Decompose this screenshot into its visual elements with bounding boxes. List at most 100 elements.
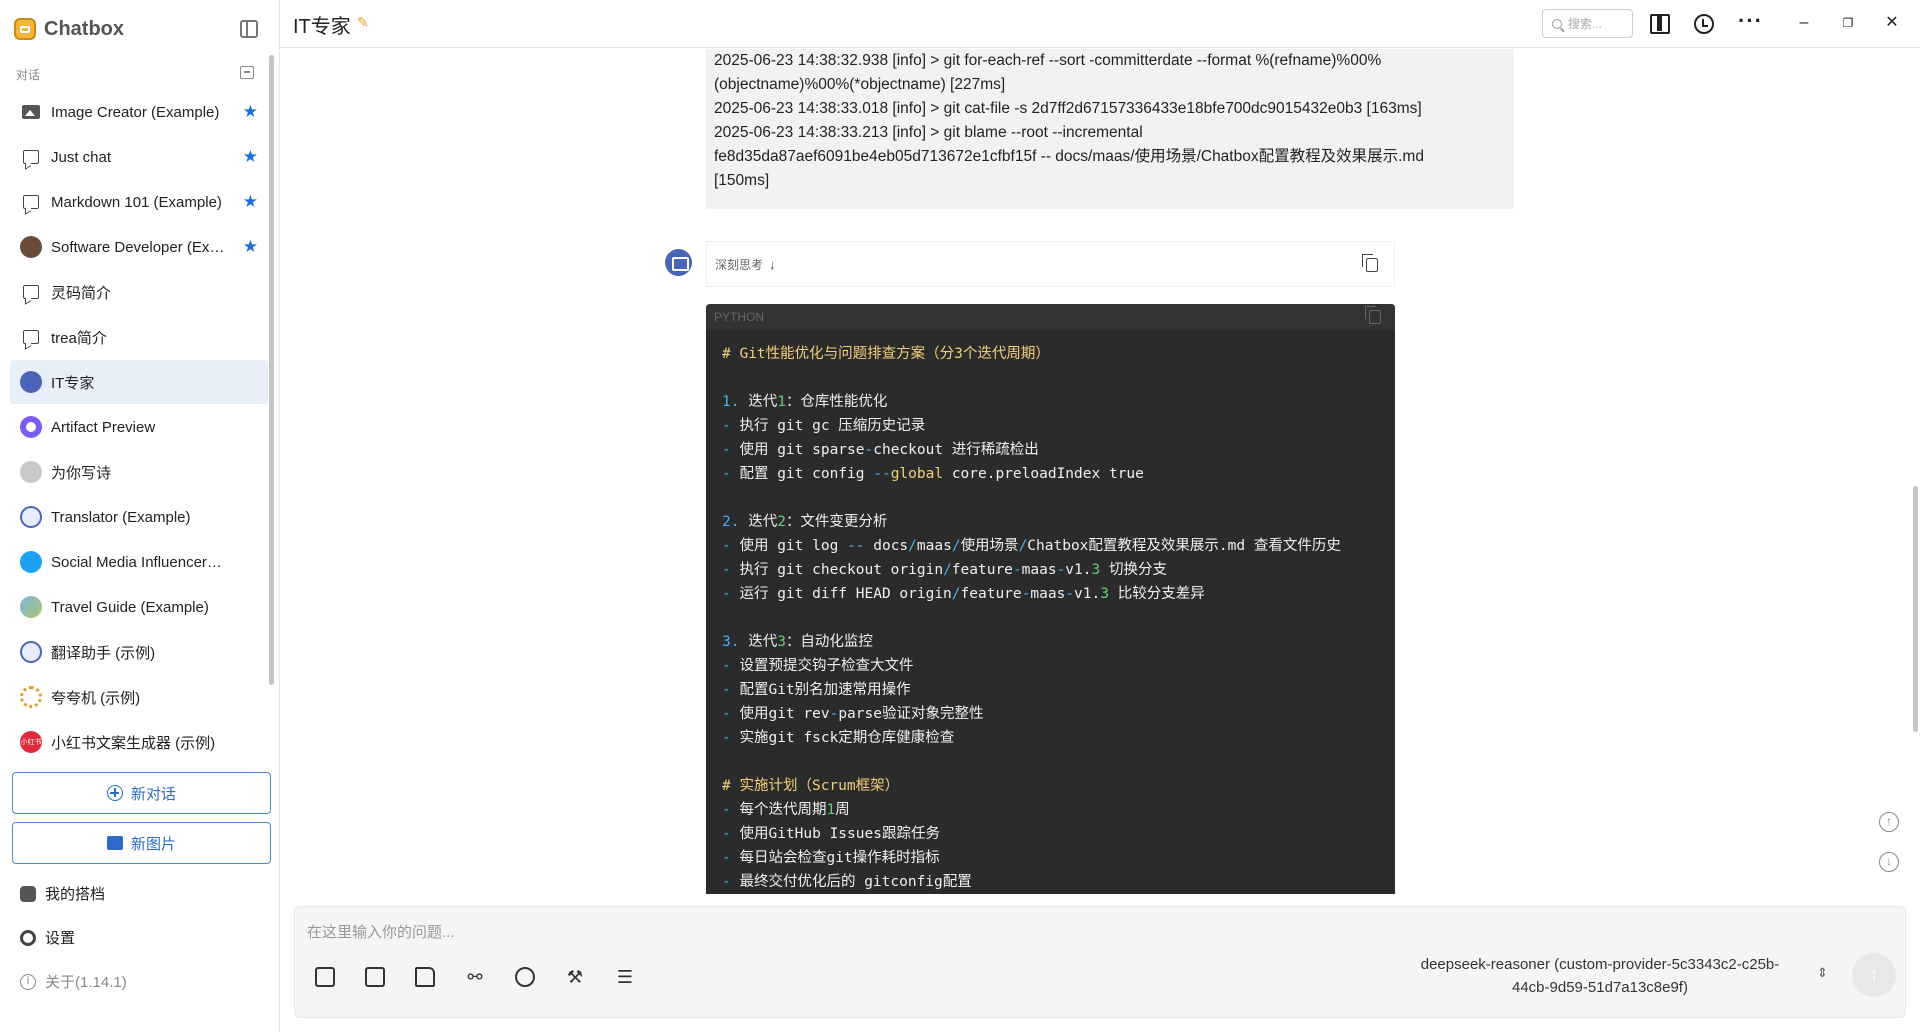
conversation-item[interactable]: Image Creator (Example) ★: [10, 90, 268, 134]
conversation-label: Artifact Preview: [51, 418, 156, 436]
sidebar-collapse-icon[interactable]: [240, 20, 258, 38]
conversation-item[interactable]: 小红书 小红书文案生成器 (示例): [10, 720, 268, 756]
new-chat-label: 新对话: [130, 785, 176, 803]
translator-avatar: [20, 506, 42, 528]
search-icon: [1552, 18, 1562, 29]
person-avatar: [20, 461, 42, 483]
conversation-item[interactable]: Software Developer (Example) ★: [10, 225, 268, 269]
folder-icon[interactable]: [415, 967, 435, 987]
conversation-item[interactable]: Travel Guide (Example): [10, 585, 268, 629]
header: IT专家 ✎ 搜索... ··· – ❐ ✕: [281, 0, 1920, 48]
layout-toggle-icon[interactable]: [1650, 14, 1670, 34]
conversation-list: Image Creator (Example) ★ Just chat ★ Ma…: [10, 90, 268, 756]
star-icon[interactable]: ★: [243, 147, 258, 167]
code-copy-icon[interactable]: [1365, 306, 1381, 324]
settings-item[interactable]: 设置: [20, 927, 75, 948]
my-partners-item[interactable]: 我的搭档: [20, 883, 105, 904]
arrow-down-icon: ↓: [769, 256, 776, 272]
link-icon[interactable]: ⚯: [465, 967, 485, 987]
chat-bubble-icon: [23, 195, 39, 209]
archive-icon[interactable]: [240, 66, 254, 79]
conversation-label: 翻译助手 (示例): [51, 644, 156, 662]
log-line: (objectname)%00%(*objectname) [227ms]: [714, 76, 1006, 93]
conversation-item[interactable]: trea简介: [10, 315, 268, 359]
history-icon[interactable]: [1694, 14, 1714, 34]
artifact-avatar: [20, 416, 42, 438]
code-block: PYTHON # Git性能优化与问题排查方案（分3个迭代周期） 1. 迭代1：…: [706, 304, 1395, 894]
copy-icon[interactable]: [1362, 254, 1378, 272]
thinking-toggle[interactable]: 深刻思考 ↓: [706, 241, 1395, 287]
conversation-label: Image Creator (Example): [51, 103, 220, 121]
conversation-label: 灵码简介: [51, 284, 112, 302]
star-icon[interactable]: ★: [243, 192, 258, 212]
chat-bubble-icon: [23, 285, 39, 299]
scroll-down-icon[interactable]: ↓: [1879, 852, 1899, 872]
new-image-label: 新图片: [130, 835, 176, 853]
input-placeholder: 在这里输入你的问题...: [307, 924, 455, 941]
conversation-label: 为你写诗: [51, 464, 112, 482]
conversation-label: Social Media Influencer (Example): [51, 553, 226, 571]
settings-sliders-icon[interactable]: ☰: [615, 967, 635, 987]
star-icon[interactable]: ★: [243, 102, 258, 122]
twitter-avatar: [20, 551, 42, 573]
conversation-label: Translator (Example): [51, 508, 191, 526]
sidebar-scrollbar[interactable]: [269, 55, 274, 685]
minimize-icon[interactable]: –: [1793, 12, 1815, 34]
chatbox-logo-icon: [14, 18, 36, 40]
info-icon: i: [20, 973, 36, 990]
log-line: fe8d35da87aef6091be4eb05d713672e1cfbf15f…: [714, 148, 1424, 165]
conversation-item[interactable]: Just chat ★: [10, 135, 268, 179]
conversation-label: Markdown 101 (Example): [51, 193, 222, 211]
chat-scrollbar[interactable]: [1913, 486, 1918, 732]
file-icon[interactable]: [315, 967, 335, 987]
log-line: 2025-06-23 14:38:32.938 [info] > git for…: [714, 52, 1382, 69]
code-header: PYTHON: [706, 304, 1395, 330]
model-line-1: deepseek-reasoner (custom-provider-5c334…: [1420, 956, 1780, 973]
chevron-updown-icon[interactable]: ⇕: [1817, 965, 1828, 981]
app-name: Chatbox: [44, 17, 124, 40]
message-input[interactable]: 在这里输入你的问题... ⚯ ⚒ ☰ deepseek-reasoner (cu…: [294, 906, 1906, 1018]
assistant-avatar: [665, 249, 692, 276]
conversation-label: IT专家: [51, 374, 95, 392]
conversation-item-active[interactable]: IT专家: [10, 360, 268, 404]
conversation-item[interactable]: Artifact Preview: [10, 405, 268, 449]
xiaohongshu-avatar: 小红书: [20, 731, 42, 753]
tools-icon[interactable]: ⚒: [565, 967, 585, 987]
star-icon[interactable]: ★: [243, 237, 258, 257]
conversation-item[interactable]: Markdown 101 (Example) ★: [10, 180, 268, 224]
conversation-label: 小红书文案生成器 (示例): [51, 734, 216, 752]
globe-icon[interactable]: [515, 967, 535, 987]
globe-avatar: [20, 596, 42, 618]
conversation-item[interactable]: 翻译助手 (示例): [10, 630, 268, 674]
send-button[interactable]: ↑: [1852, 953, 1896, 997]
scroll-up-icon[interactable]: ↑: [1879, 812, 1899, 832]
new-image-button[interactable]: 新图片: [12, 822, 271, 864]
close-icon[interactable]: ✕: [1881, 12, 1903, 34]
conversation-item[interactable]: 为你写诗: [10, 450, 268, 494]
model-line-2: 44cb-9d59-51d7a13c8e9f): [1512, 979, 1688, 996]
image-upload-icon[interactable]: [365, 967, 385, 987]
conversation-item[interactable]: 夸夸机 (示例): [10, 675, 268, 719]
conversation-item[interactable]: 灵码简介: [10, 270, 268, 314]
code-content: # Git性能优化与问题排查方案（分3个迭代周期） 1. 迭代1：仓库性能优化 …: [722, 346, 1341, 890]
user-message-log: 2025-06-23 14:38:32.938 [info] > git for…: [706, 49, 1514, 209]
plus-circle-icon: [106, 785, 123, 801]
about-item[interactable]: i 关于(1.14.1): [20, 971, 127, 992]
it-expert-avatar: [20, 371, 42, 393]
search-placeholder: 搜索...: [1568, 17, 1603, 31]
pencil-icon[interactable]: ✎: [357, 14, 371, 30]
conversation-label: Software Developer (Example): [51, 238, 226, 256]
model-selector[interactable]: deepseek-reasoner (custom-provider-5c334…: [1415, 953, 1785, 999]
new-chat-button[interactable]: 新对话: [12, 772, 271, 814]
image-icon: [22, 105, 40, 119]
settings-label: 设置: [45, 930, 76, 947]
more-icon[interactable]: ···: [1738, 10, 1762, 34]
search-input[interactable]: 搜索...: [1542, 9, 1633, 38]
sidebar: Chatbox 对话 Image Creator (Example) ★ Jus…: [0, 0, 280, 1032]
restore-icon[interactable]: ❐: [1837, 12, 1859, 34]
conversation-item[interactable]: Social Media Influencer (Example): [10, 540, 268, 584]
log-line: [150ms]: [714, 172, 770, 189]
conversation-item[interactable]: Translator (Example): [10, 495, 268, 539]
code-language: PYTHON: [714, 310, 765, 324]
translator-avatar: [20, 641, 42, 663]
